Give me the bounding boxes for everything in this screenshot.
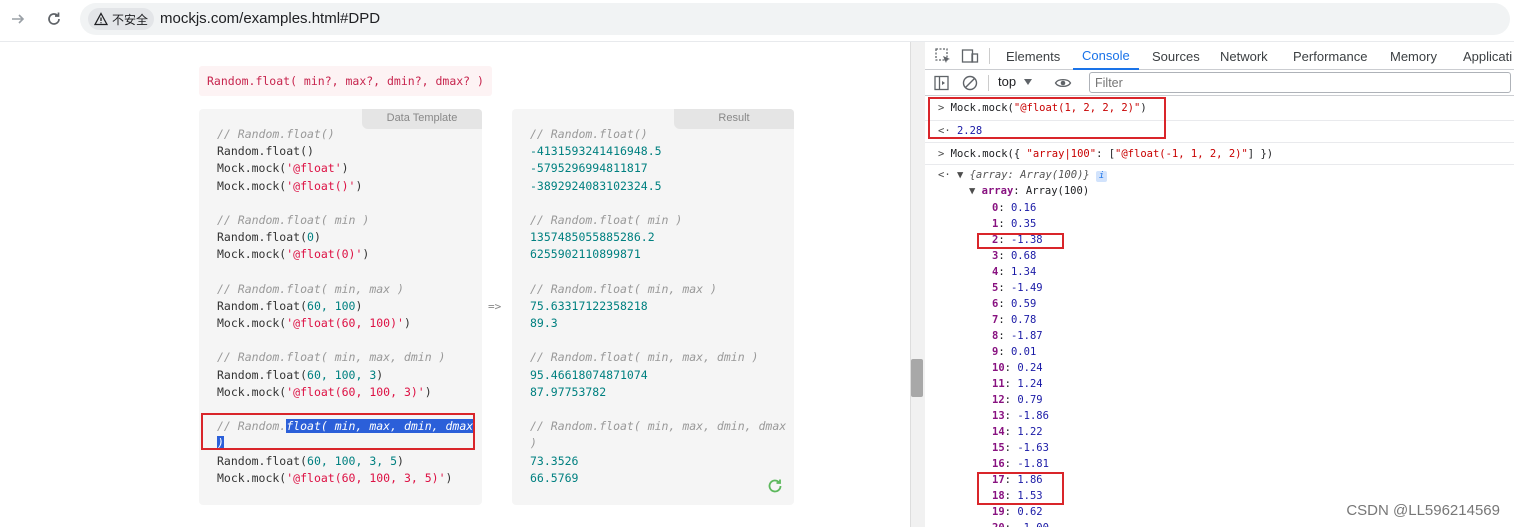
code-comment: // Random.float() bbox=[530, 127, 648, 141]
clear-console-icon[interactable] bbox=[961, 74, 979, 92]
highlight-box bbox=[977, 233, 1064, 249]
arrow-separator: => bbox=[488, 300, 502, 313]
result-value: 75.63317122358218 bbox=[530, 298, 648, 313]
array-item: 7: 0.78 bbox=[992, 314, 1037, 326]
devtools-tabbar: Elements Console Sources Network Perform… bbox=[925, 42, 1514, 70]
array-item: 0: 0.16 bbox=[992, 202, 1037, 214]
highlight-box bbox=[977, 472, 1064, 505]
array-item: 14: 1.22 bbox=[992, 426, 1043, 438]
tab-memory[interactable]: Memory bbox=[1390, 42, 1437, 70]
code-line: Random.float(0) bbox=[217, 230, 321, 245]
context-label: top bbox=[998, 74, 1017, 89]
array-item: 15: -1.63 bbox=[992, 442, 1049, 454]
tab-sources[interactable]: Sources bbox=[1152, 42, 1200, 70]
code-line: Mock.mock('@float') bbox=[217, 161, 349, 176]
code-comment: // Random.float( min, max ) bbox=[530, 281, 717, 296]
page-content: Random.float( min?, max?, dmin?, dmax? )… bbox=[0, 42, 910, 527]
result-value: -5795296994811817 bbox=[530, 161, 648, 176]
code-comment: // Random.float( min, max, dmin ) bbox=[530, 350, 759, 365]
console-filter-input[interactable] bbox=[1089, 72, 1511, 93]
array-item: 1: 0.35 bbox=[992, 218, 1037, 230]
result-value: -3892924083102324.5 bbox=[530, 178, 662, 193]
inspect-element-icon[interactable] bbox=[934, 47, 952, 65]
tab-console[interactable]: Console bbox=[1073, 42, 1139, 70]
array-item: 3: 0.68 bbox=[992, 250, 1037, 262]
dropdown-arrow-icon bbox=[1024, 78, 1033, 85]
result-value: 1357485055885286.2 bbox=[530, 230, 655, 245]
tab-application[interactable]: Applicati bbox=[1463, 42, 1512, 70]
browser-toolbar: 不安全 mockjs.com/examples.html#DPD bbox=[0, 0, 1514, 42]
highlight-box bbox=[928, 97, 1166, 139]
reload-icon bbox=[48, 12, 60, 25]
result-value: 87.97753782 bbox=[530, 384, 607, 399]
array-item: 5: -1.49 bbox=[992, 282, 1043, 294]
sidebar-toggle-icon[interactable] bbox=[933, 74, 951, 92]
watermark: CSDN @LL596214569 bbox=[1346, 502, 1500, 519]
scrollbar-thumb[interactable] bbox=[911, 359, 923, 397]
result-value: 6255902110899871 bbox=[530, 247, 641, 262]
result-value: 95.46618074871074 bbox=[530, 367, 648, 382]
code-line: Random.float(60, 100, 3, 5) bbox=[217, 453, 404, 468]
code-comment: // Random.float( min ) bbox=[217, 212, 370, 227]
tab-network[interactable]: Network bbox=[1220, 42, 1268, 70]
not-secure-label: 不安全 bbox=[112, 12, 149, 27]
code-line: Random.float(60, 100) bbox=[217, 298, 363, 313]
method-signature: Random.float( min?, max?, dmin?, dmax? ) bbox=[199, 66, 492, 96]
code-line: Mock.mock('@float()') bbox=[217, 178, 363, 193]
array-item: 4: 1.34 bbox=[992, 266, 1037, 278]
code-comment: // Random.float( min ) bbox=[530, 212, 683, 227]
info-icon: i bbox=[1096, 171, 1108, 182]
not-secure-chip[interactable]: 不安全 bbox=[88, 8, 155, 30]
result-value: -4131593241416948.5 bbox=[530, 144, 662, 159]
result-value: 89.3 bbox=[530, 316, 558, 331]
code-comment: ) bbox=[530, 436, 537, 451]
url-text[interactable]: mockjs.com/examples.html#DPD bbox=[160, 10, 380, 27]
context-selector[interactable]: top bbox=[998, 74, 1033, 89]
reload-button[interactable] bbox=[39, 5, 69, 33]
array-item: 8: -1.87 bbox=[992, 330, 1043, 342]
code-line: Mock.mock('@float(60, 100, 3)') bbox=[217, 384, 432, 399]
array-node[interactable]: ▼ array: Array(100) bbox=[925, 185, 1514, 201]
console-output: > Mock.mock("@float(1, 2, 2, 2)") <· 2.2… bbox=[925, 97, 1514, 527]
result-code: // Random.float() -4131593241416948.5 -5… bbox=[530, 126, 790, 487]
array-item: 11: 1.24 bbox=[992, 378, 1043, 390]
page-scrollbar[interactable] bbox=[910, 42, 925, 527]
array-item: 10: 0.24 bbox=[992, 362, 1043, 374]
code-comment: // Random.float( min, max, dmin ) bbox=[217, 350, 446, 365]
code-line: Random.float() bbox=[217, 144, 314, 159]
eye-icon[interactable] bbox=[1054, 74, 1072, 92]
address-bar[interactable]: 不安全 mockjs.com/examples.html#DPD bbox=[80, 3, 1510, 35]
object-preview[interactable]: <· ▼ {array: Array(100)} i bbox=[925, 169, 1514, 185]
array-item: 12: 0.79 bbox=[992, 394, 1043, 406]
refresh-icon[interactable] bbox=[766, 477, 784, 495]
warning-icon bbox=[94, 12, 108, 26]
code-comment: // Random.float() bbox=[217, 127, 335, 141]
result-panel: Result // Random.float() -41315932414169… bbox=[512, 109, 794, 505]
devtools-panel: Elements Console Sources Network Perform… bbox=[925, 42, 1514, 527]
code-line: Mock.mock('@float(0)') bbox=[217, 247, 370, 262]
result-value: 66.5769 bbox=[530, 470, 579, 485]
code-line: Random.float(60, 100, 3) bbox=[217, 367, 384, 382]
array-item: 6: 0.59 bbox=[992, 298, 1037, 310]
arrow-right-icon bbox=[12, 14, 25, 24]
array-item: 9: 0.01 bbox=[992, 346, 1037, 358]
console-input-line[interactable]: > Mock.mock({ "array|100": ["@float(-1, … bbox=[925, 143, 1514, 165]
code-line: Mock.mock('@float(60, 100, 3, 5)') bbox=[217, 470, 453, 485]
code-comment: // Random.float( min, max ) bbox=[217, 281, 404, 296]
array-item: 20: -1.00 bbox=[925, 522, 1514, 527]
code-comment: // Random.float( min, max, dmin, dmax bbox=[530, 419, 787, 434]
device-toolbar-icon[interactable] bbox=[961, 47, 979, 65]
console-toolbar: top bbox=[925, 70, 1514, 96]
tab-elements[interactable]: Elements bbox=[1006, 42, 1060, 70]
array-item: 13: -1.86 bbox=[992, 410, 1049, 422]
result-value: 73.3526 bbox=[530, 453, 579, 468]
forward-button[interactable] bbox=[3, 5, 33, 33]
tab-performance[interactable]: Performance bbox=[1293, 42, 1367, 70]
code-line: Mock.mock('@float(60, 100)') bbox=[217, 316, 411, 331]
highlight-box bbox=[201, 413, 475, 450]
